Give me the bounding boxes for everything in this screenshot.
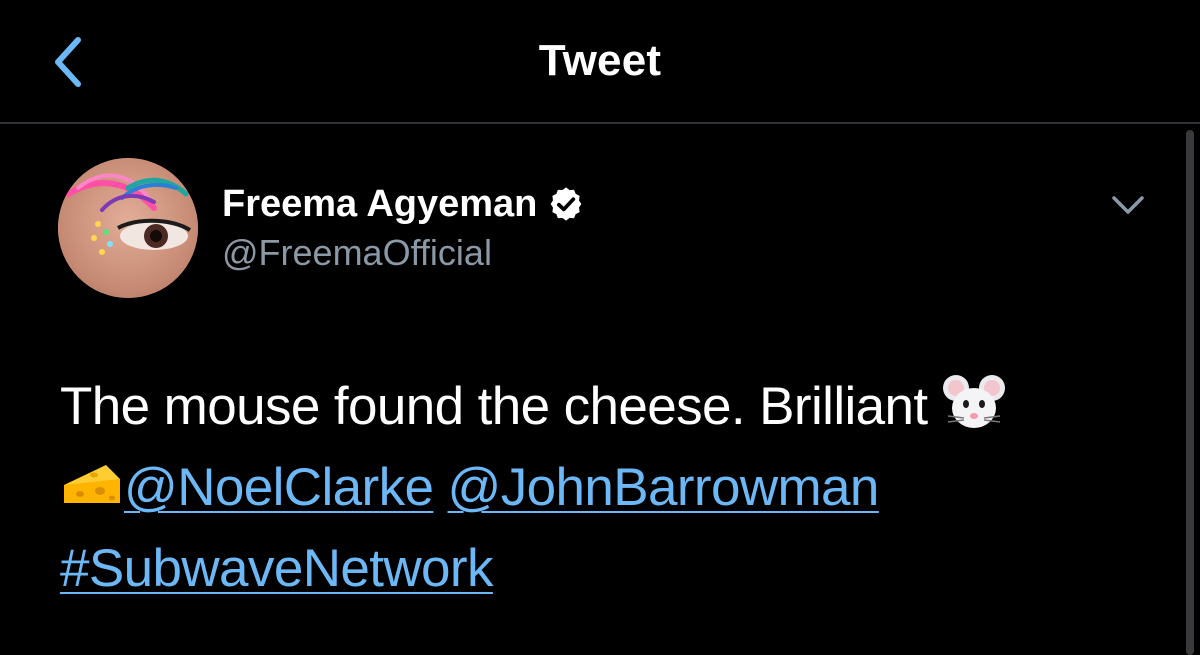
verified-badge-icon [551, 187, 582, 221]
author-handle[interactable]: @FreemaOfficial [222, 230, 492, 276]
scrollbar[interactable] [1186, 130, 1194, 655]
tweet-menu-button[interactable] [1108, 190, 1148, 220]
page-title: Tweet [538, 36, 662, 85]
tweet-text: The mouse found the cheese. Brilliant @N [60, 366, 1140, 609]
chevron-down-icon [1112, 196, 1144, 214]
mention-link[interactable]: @NoelClarke [124, 458, 434, 517]
mention-link[interactable]: @JohnBarrowman [448, 458, 880, 517]
author-name-row[interactable]: Freema Agyeman [222, 180, 585, 228]
tweet-text-intro: The mouse found the cheese. Brilliant [60, 377, 928, 436]
top-navigation-bar: Tweet [0, 0, 1200, 122]
avatar[interactable] [58, 158, 198, 298]
avatar-image [58, 158, 198, 298]
header-divider [0, 122, 1200, 124]
author-display-name[interactable]: Freema Agyeman [222, 180, 537, 228]
hashtag-link[interactable]: #SubwaveNetwork [60, 539, 493, 598]
mouse-face-emoji [942, 372, 1006, 436]
cheese-wedge-emoji [60, 457, 124, 513]
